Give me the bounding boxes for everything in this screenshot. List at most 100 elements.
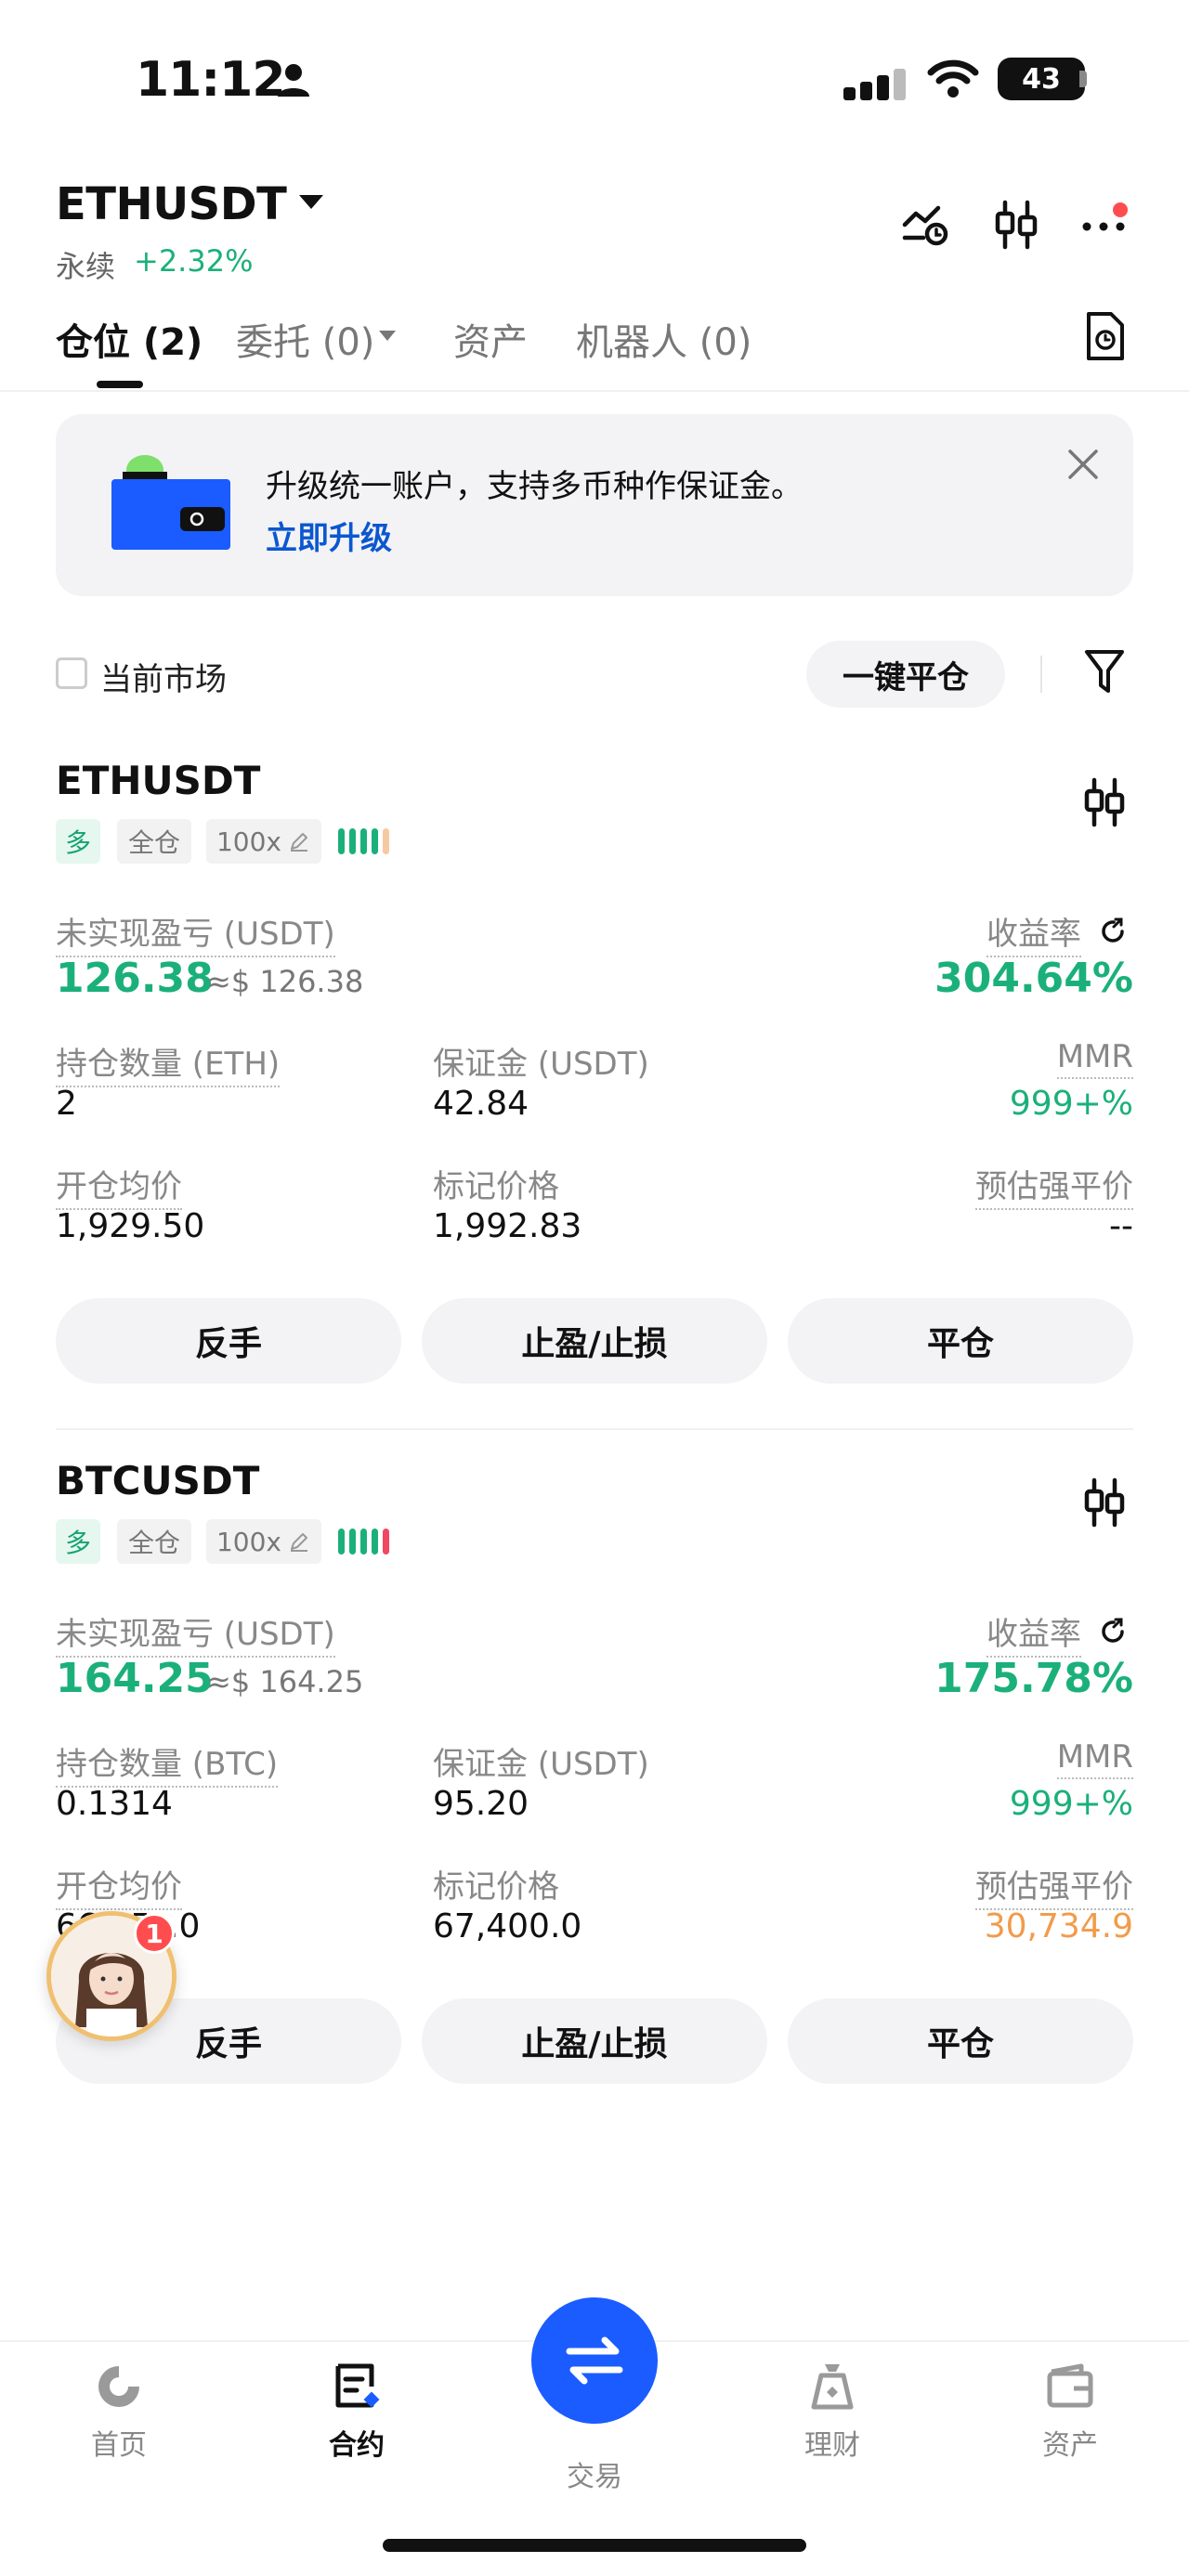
tab-orders[interactable]: 委托 (0) — [236, 312, 374, 366]
tp-sl-button[interactable]: 止盈/止损 — [422, 1298, 767, 1384]
edit-pencil-icon — [291, 1533, 307, 1552]
position-size-label[interactable]: 持仓数量 (BTC) — [56, 1738, 279, 1788]
side-badge: 多 — [56, 1519, 100, 1564]
mark-price-label: 标记价格 — [433, 1868, 559, 1906]
notification-dot — [1113, 202, 1128, 217]
reverse-button[interactable]: 反手 — [56, 1298, 401, 1384]
nav-contract-label: 合约 — [329, 2429, 385, 2462]
mark-price-value: 67,400.0 — [433, 1907, 582, 1945]
margin-label: 保证金 (USDT) — [433, 1046, 649, 1083]
liquidation-price-label[interactable]: 预估强平价 — [975, 1161, 1133, 1210]
unrealized-pnl-approx: ≈$ 126.38 — [206, 964, 364, 999]
margin-value: 42.84 — [433, 1085, 529, 1123]
nav-home-label: 首页 — [91, 2429, 147, 2462]
unrealized-pnl-value: 164.25 — [56, 1655, 214, 1702]
finance-icon — [811, 2364, 854, 2410]
leverage-value: 100x — [216, 1526, 281, 1557]
nav-trade-label[interactable]: 交易 — [520, 2453, 669, 2494]
tab-bots[interactable]: 机器人 (0) — [576, 312, 751, 366]
pair-title[interactable]: ETHUSDT — [56, 178, 287, 230]
tab-assets[interactable]: 资产 — [453, 312, 528, 366]
risk-level-bars — [338, 828, 389, 854]
unrealized-pnl-label[interactable]: 未实现盈亏 (USDT) — [56, 1608, 335, 1658]
leverage-value: 100x — [216, 826, 281, 857]
tab-orders-caret-icon[interactable] — [379, 331, 396, 341]
price-change: +2.32% — [134, 243, 254, 279]
close-position-button[interactable]: 平仓 — [788, 1998, 1133, 2084]
nav-assets-label: 资产 — [1042, 2429, 1098, 2462]
nav-finance[interactable]: 理财 — [758, 2359, 907, 2463]
banner-text: 升级统一账户，支持多币种作保证金。 — [266, 468, 803, 505]
upgrade-now-link[interactable]: 立即升级 — [266, 513, 392, 558]
share-icon[interactable] — [1098, 1616, 1130, 1647]
position-symbol[interactable]: BTCUSDT — [56, 1458, 259, 1503]
position-divider — [56, 1428, 1133, 1430]
side-badge: 多 — [56, 819, 100, 864]
edit-pencil-icon — [291, 833, 307, 852]
liquidation-price-value: 30,734.9 — [984, 1907, 1133, 1945]
entry-price-label[interactable]: 开仓均价 — [56, 1861, 182, 1910]
tab-divider — [0, 390, 1189, 392]
home-indicator — [383, 2539, 806, 2552]
roe-value: 175.78% — [934, 1655, 1133, 1702]
status-time: 11:12 — [136, 52, 286, 108]
filter-icon[interactable] — [1083, 646, 1126, 698]
entry-price-value: 1,929.50 — [56, 1207, 205, 1245]
current-market-checkbox[interactable] — [56, 657, 87, 689]
current-market-label[interactable]: 当前市场 — [100, 654, 227, 699]
wallet-illustration-icon — [111, 455, 230, 550]
close-icon[interactable] — [1063, 444, 1104, 485]
position-size-value: 0.1314 — [56, 1785, 173, 1823]
nav-assets[interactable]: 资产 — [996, 2359, 1144, 2463]
cellular-signal-icon — [843, 63, 918, 100]
trade-button[interactable] — [531, 2297, 658, 2424]
risk-level-bars — [338, 1529, 389, 1555]
roe-value: 304.64% — [934, 955, 1133, 1002]
roe-label[interactable]: 收益率 — [986, 1608, 1081, 1658]
unrealized-pnl-label[interactable]: 未实现盈亏 (USDT) — [56, 908, 335, 957]
margin-mode-badge: 全仓 — [117, 819, 191, 864]
mark-price-label: 标记价格 — [433, 1168, 559, 1205]
position-symbol[interactable]: ETHUSDT — [56, 758, 260, 803]
wifi-icon — [927, 59, 979, 98]
unread-badge: 1 — [134, 1913, 175, 1954]
position-size-label[interactable]: 持仓数量 (ETH) — [56, 1038, 281, 1087]
roe-label[interactable]: 收益率 — [986, 908, 1081, 957]
liquidation-price-label[interactable]: 预估强平价 — [975, 1861, 1133, 1910]
filter-divider — [1040, 656, 1042, 693]
candlestick-icon[interactable] — [988, 197, 1044, 253]
battery-tip — [1079, 71, 1087, 87]
unrealized-pnl-value: 126.38 — [56, 955, 214, 1002]
nav-contract[interactable]: 合约 — [282, 2359, 431, 2463]
share-icon[interactable] — [1098, 916, 1130, 947]
pair-dropdown-icon[interactable] — [299, 195, 323, 209]
liquidation-price-value: -- — [1109, 1207, 1133, 1245]
mmr-label[interactable]: MMR — [1056, 1738, 1133, 1779]
wallet-icon — [1047, 2363, 1093, 2408]
battery-icon: 43 — [998, 58, 1085, 100]
position-chart-icon[interactable] — [1081, 776, 1128, 828]
swap-icon — [566, 2336, 623, 2385]
margin-mode-badge: 全仓 — [117, 1519, 191, 1564]
position-chart-icon[interactable] — [1081, 1477, 1128, 1529]
mmr-label[interactable]: MMR — [1056, 1038, 1133, 1079]
history-document-icon[interactable] — [1081, 310, 1128, 362]
close-position-button[interactable]: 平仓 — [788, 1298, 1133, 1384]
tp-sl-button[interactable]: 止盈/止损 — [422, 1998, 767, 2084]
mmr-value: 999+% — [1009, 1085, 1133, 1123]
entry-price-label[interactable]: 开仓均价 — [56, 1161, 182, 1210]
tab-active-indicator — [97, 381, 143, 388]
price-alert-icon[interactable] — [899, 197, 955, 253]
margin-label: 保证金 (USDT) — [433, 1746, 649, 1783]
close-all-button[interactable]: 一键平仓 — [806, 641, 1005, 708]
contract-icon — [335, 2363, 380, 2408]
leverage-badge[interactable]: 100x — [206, 1519, 321, 1564]
mark-price-value: 1,992.83 — [433, 1207, 582, 1245]
nav-home[interactable]: 首页 — [45, 2359, 193, 2463]
position-size-value: 2 — [56, 1085, 77, 1123]
contract-type: 永续 — [56, 249, 116, 284]
margin-value: 95.20 — [433, 1785, 529, 1823]
person-icon — [278, 64, 309, 97]
tab-positions[interactable]: 仓位 (2) — [56, 312, 203, 366]
leverage-badge[interactable]: 100x — [206, 819, 321, 864]
